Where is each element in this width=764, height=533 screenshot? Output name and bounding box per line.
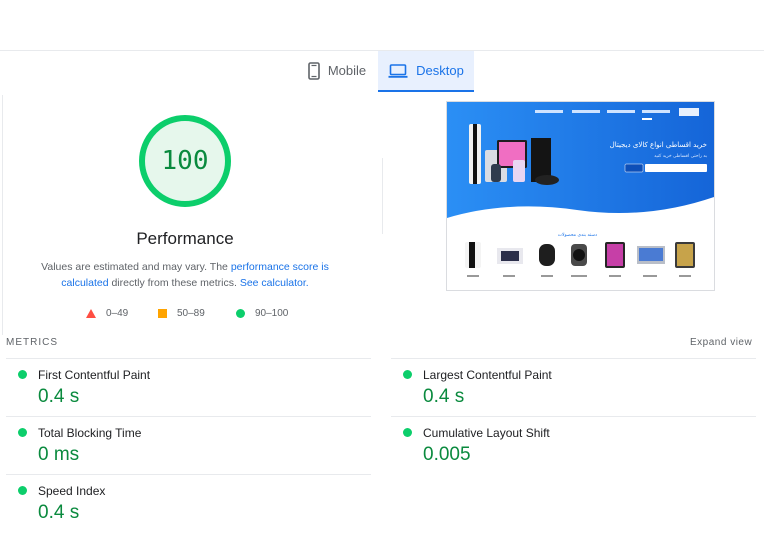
pass-circle-icon bbox=[403, 370, 412, 379]
performance-title: Performance bbox=[136, 229, 234, 248]
page-screenshot: خرید اقساطی انواع کالای دیجیتال به راحتی… bbox=[446, 101, 715, 291]
tab-desktop[interactable]: Desktop bbox=[378, 51, 474, 92]
see-calculator-link[interactable]: See calculator. bbox=[240, 277, 309, 289]
phone-icon bbox=[308, 61, 320, 80]
metric-value: 0.005 bbox=[423, 444, 471, 465]
pass-circle-icon bbox=[18, 486, 27, 495]
metric-label: Speed Index bbox=[38, 484, 106, 498]
legend-average: 50–89 bbox=[158, 306, 205, 320]
performance-description: Values are estimated and may vary. The p… bbox=[20, 259, 350, 291]
metric-label: Largest Contentful Paint bbox=[423, 368, 552, 382]
metric-label: First Contentful Paint bbox=[38, 368, 151, 382]
pass-circle-icon bbox=[18, 370, 27, 379]
panel-edge bbox=[2, 95, 3, 335]
metric-largest-contentful-paint: Largest Contentful Paint 0.4 s bbox=[391, 358, 756, 417]
divider bbox=[382, 158, 383, 234]
metric-total-blocking-time: Total Blocking Time 0 ms bbox=[6, 416, 371, 475]
expand-view-toggle[interactable]: Expand view bbox=[690, 337, 752, 348]
legend-fail: 0–49 bbox=[86, 306, 128, 320]
legend-average-label: 50–89 bbox=[177, 307, 205, 319]
hero-title: خرید اقساطی انواع کالای دیجیتال bbox=[610, 141, 707, 149]
metric-value: 0.4 s bbox=[423, 386, 465, 407]
tab-desktop-label: Desktop bbox=[416, 63, 464, 78]
metric-label: Cumulative Layout Shift bbox=[423, 426, 550, 440]
legend-pass-label: 90–100 bbox=[255, 307, 289, 319]
desc-text-2: directly from these metrics. bbox=[108, 277, 240, 289]
laptop-icon bbox=[388, 63, 408, 78]
metric-cumulative-layout-shift: Cumulative Layout Shift 0.005 bbox=[391, 416, 756, 475]
performance-score: 100 bbox=[161, 146, 209, 176]
section-title: دسته بندی محصولات bbox=[558, 233, 597, 238]
pass-circle-icon bbox=[236, 308, 245, 318]
screenshot-image: خرید اقساطی انواع کالای دیجیتال به راحتی… bbox=[447, 102, 714, 277]
metric-value: 0.4 s bbox=[38, 386, 80, 407]
tab-mobile-label: Mobile bbox=[327, 63, 367, 78]
metric-speed-index: Speed Index 0.4 s bbox=[6, 474, 371, 533]
hero-subtitle: به راحتی اقساطی خرید کنید bbox=[654, 153, 707, 159]
metric-value: 0 ms bbox=[38, 444, 80, 465]
fail-triangle-icon bbox=[86, 308, 96, 318]
pass-circle-icon bbox=[18, 428, 27, 437]
average-square-icon bbox=[158, 308, 167, 318]
legend-fail-label: 0–49 bbox=[106, 307, 129, 319]
device-tabs: Mobile Desktop bbox=[0, 51, 764, 92]
desc-text-1: Values are estimated and may vary. The bbox=[41, 261, 231, 273]
top-bar bbox=[0, 0, 764, 51]
metric-first-contentful-paint: First Contentful Paint 0.4 s bbox=[6, 358, 371, 417]
metrics-heading: METRICS bbox=[6, 337, 58, 348]
legend-pass: 90–100 bbox=[236, 306, 288, 320]
tab-mobile[interactable]: Mobile bbox=[296, 51, 378, 90]
pass-circle-icon bbox=[403, 428, 412, 437]
metric-value: 0.4 s bbox=[38, 502, 80, 523]
metric-label: Total Blocking Time bbox=[38, 426, 142, 440]
